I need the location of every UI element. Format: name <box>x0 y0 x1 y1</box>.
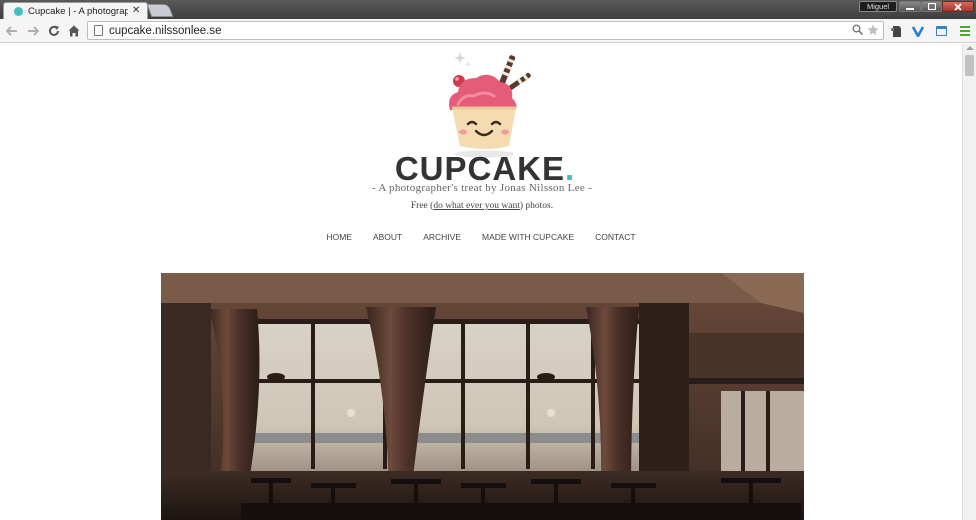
main-navigation: HOME ABOUT ARCHIVE MADE WITH CUPCAKE CON… <box>0 232 962 242</box>
scroll-up-arrow-icon[interactable] <box>966 46 974 50</box>
free-suffix: ) photos. <box>519 201 554 211</box>
nav-about[interactable]: ABOUT <box>373 232 402 242</box>
browser-toolbar: cupcake.nilssonlee.se <box>0 19 976 43</box>
extension-calendar-icon[interactable] <box>933 23 949 39</box>
arrow-right-icon <box>28 26 39 36</box>
cupcake-logo-icon[interactable] <box>438 48 538 160</box>
search-icon[interactable] <box>852 24 864 37</box>
maximize-window-button[interactable] <box>921 1 942 12</box>
forward-button[interactable] <box>25 23 41 39</box>
extension-v-icon[interactable] <box>910 23 926 39</box>
extension-evernote-icon[interactable] <box>888 23 904 39</box>
back-button[interactable] <box>4 23 20 39</box>
nav-home[interactable]: HOME <box>326 232 352 242</box>
new-tab-button[interactable] <box>146 4 174 17</box>
window-titlebar: Cupcake | - A photographer ✕ Miguel <box>0 0 976 19</box>
maximize-icon <box>927 3 936 10</box>
minimize-icon <box>906 7 914 10</box>
home-icon <box>68 25 80 37</box>
arrow-left-icon <box>6 26 17 36</box>
minimize-window-button[interactable] <box>899 1 921 12</box>
license-link[interactable]: do what ever you want <box>433 201 520 211</box>
chrome-menu-icon[interactable] <box>957 23 973 39</box>
nav-contact[interactable]: CONTACT <box>595 232 635 242</box>
tab-favicon-icon <box>14 6 23 16</box>
home-button[interactable] <box>66 23 82 39</box>
page-icon <box>94 25 103 36</box>
reload-icon <box>49 25 59 36</box>
featured-photo[interactable] <box>161 273 804 520</box>
page-scrollbar[interactable] <box>962 44 976 520</box>
reload-button[interactable] <box>46 23 62 39</box>
cafe-interior-photo <box>161 273 804 520</box>
browser-tab-active[interactable]: Cupcake | - A photographer ✕ <box>3 2 148 19</box>
address-bar[interactable]: cupcake.nilssonlee.se <box>87 21 884 40</box>
close-icon <box>954 2 962 11</box>
url-text[interactable]: cupcake.nilssonlee.se <box>109 25 852 37</box>
tab-title: Cupcake | - A photographer <box>28 5 128 17</box>
scrollbar-thumb[interactable] <box>965 55 974 76</box>
close-window-button[interactable] <box>942 1 974 12</box>
tab-close-icon[interactable]: ✕ <box>132 6 140 16</box>
site-tagline: - A photographer's treat by Jonas Nilsso… <box>371 182 593 194</box>
nav-made-with-cupcake[interactable]: MADE WITH CUPCAKE <box>482 232 574 242</box>
free-photos-line: Free (do what ever you want) photos. <box>300 201 664 211</box>
nav-archive[interactable]: ARCHIVE <box>423 232 461 242</box>
user-profile-badge[interactable]: Miguel <box>859 1 897 12</box>
free-prefix: Free ( <box>410 201 434 211</box>
bookmark-star-icon[interactable] <box>867 24 879 38</box>
page-viewport: CUPCAKE. - A photographer's treat by Jon… <box>0 44 962 520</box>
